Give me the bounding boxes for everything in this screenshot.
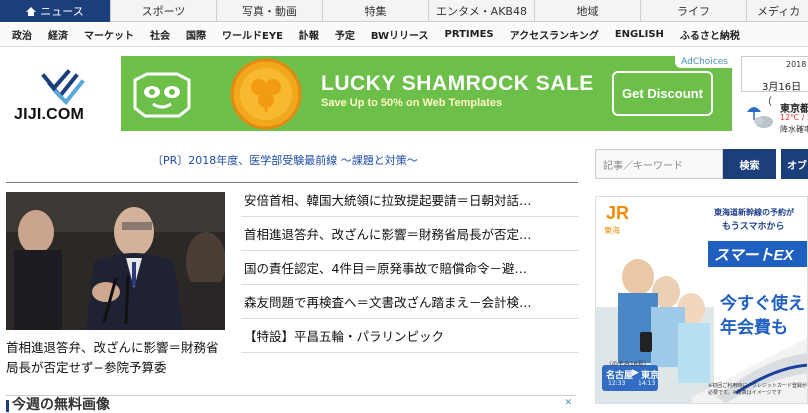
subnav-access-ranking[interactable]: アクセスランキング [510, 27, 599, 42]
jr-ad-banner[interactable]: JR 東海 東海道新幹線の予約が もうスマホから スマートEX 今すぐ使え 年会… [595, 196, 808, 404]
nav-tab-entertainment[interactable]: エンタメ・AKB48 [429, 0, 535, 22]
feature-photo[interactable] [6, 192, 225, 330]
ad-subtitle: Save Up to 50% on Web Templates [321, 97, 503, 109]
jr-pitch2: 年会費も [720, 318, 788, 338]
jr-time-to: 14:13 [638, 380, 656, 387]
subnav-prtimes[interactable]: PRTIMES [445, 29, 494, 40]
subnav-society[interactable]: 社会 [150, 27, 170, 42]
subnav-politics[interactable]: 政治 [12, 27, 32, 42]
subnav-schedule[interactable]: 予定 [335, 27, 355, 42]
nav-tab-label: エンタメ・AKB48 [436, 5, 527, 18]
nav-tab-feature[interactable]: 特集 [323, 0, 429, 22]
subnav-furusato[interactable]: ふるさと納税 [680, 27, 740, 42]
nav-tab-label: スポーツ [141, 5, 186, 18]
ad-title: LUCKY SHAMROCK SALE [321, 72, 594, 95]
nav-tab-label: 地域 [576, 5, 599, 18]
jr-logo-sub: 東海 [604, 226, 620, 235]
headline-item[interactable]: 首相進退答弁、改ざんに影響＝財務省局長が否定… [241, 217, 579, 251]
weather-widget[interactable]: 東京都 12℃ / 5 降水確率 [742, 100, 808, 134]
logo-text: JIJI.COM [14, 106, 85, 123]
nav-tab-label: メディカ [757, 5, 801, 18]
nav-tab-label: ライフ [677, 5, 710, 18]
jr-line1: 東海道新幹線の予約が [714, 208, 794, 217]
subnav-market[interactable]: マーケット [84, 27, 134, 42]
subnav-world-eye[interactable]: ワールドEYE [222, 27, 283, 42]
jr-route-arrow: ▶ [632, 368, 639, 378]
nav-tab-label: 写真・動画 [242, 5, 297, 18]
jr-line2: もうスマホから [722, 222, 785, 232]
jr-logo: JR [606, 203, 630, 223]
nav-tab-sports[interactable]: スポーツ [111, 0, 217, 22]
logo-mark-icon [41, 69, 85, 105]
jr-route-note: 〈のぞみ16号〉 [606, 361, 650, 368]
nav-tab-life[interactable]: ライフ [641, 0, 747, 22]
jr-fineprint: ※初回ご利用時に、クレジットカード登録が必要です。※写真はイメージです [708, 383, 808, 396]
shamrock-coin-icon [230, 58, 302, 130]
date-year: 2018 [786, 60, 807, 69]
feature-photo-image [6, 192, 225, 330]
smart-ex-logo: スマートEX [714, 247, 794, 264]
feature-caption[interactable]: 首相進退答弁、改ざんに影響＝財務省局長が否定せず−参院予算委 [6, 338, 228, 378]
subnav-bw-release[interactable]: BWリリース [371, 27, 429, 42]
nav-tab-label: ニュース [40, 5, 84, 18]
headline-item[interactable]: 森友問題で再検査へ＝文書改ざん踏まえ－会計検… [241, 285, 579, 319]
secondary-nav: 政治 経済 マーケット 社会 国際 ワールドEYE 訃報 予定 BWリリース P… [0, 23, 808, 47]
mascot-face-icon [133, 72, 191, 118]
section-accent [6, 400, 9, 412]
ad-banner[interactable]: AdChoices LUCKY SHAMROCK SALE Save Up to… [121, 56, 732, 131]
ad-choices-label[interactable]: AdChoices [675, 56, 732, 68]
jr-pitch1: 今すぐ使え [720, 294, 805, 314]
nav-tab-photo-video[interactable]: 写真・動画 [217, 0, 323, 22]
search-input[interactable]: 記事／キーワード [595, 149, 723, 179]
umbrella-cloud-icon [747, 107, 773, 128]
subnav-english[interactable]: ENGLISH [615, 29, 664, 40]
subnav-obituaries[interactable]: 訃報 [299, 27, 319, 42]
nav-tab-label: 特集 [364, 5, 387, 18]
headline-item[interactable]: 国の責任認定、4件目＝原発事故で賠償命令－避… [241, 251, 579, 285]
pr-link[interactable]: 〔PR〕2018年度、医学部受験最前線 ～課題と対策～ [152, 152, 418, 168]
weather-temp: 12℃ / 5 [780, 113, 808, 122]
subnav-international[interactable]: 国際 [186, 27, 206, 42]
weather-rain-chance: 降水確率 [780, 125, 808, 134]
jr-time-from: 12:33 [608, 380, 626, 387]
ad-cta-button[interactable]: Get Discount [612, 71, 713, 116]
home-icon [26, 6, 37, 16]
close-icon[interactable]: ✕ [564, 398, 572, 408]
date-box: 2018 3月16日（ [741, 56, 808, 108]
search-option-button[interactable]: オブ [781, 149, 808, 179]
search-button[interactable]: 検索 [723, 149, 776, 179]
nav-tab-region[interactable]: 地域 [535, 0, 641, 22]
nav-tab-news[interactable]: ニュース [0, 0, 111, 22]
headline-item[interactable]: 安倍首相、韓国大統領に拉致提起要請＝日朝対話… [241, 183, 579, 217]
subnav-economy[interactable]: 経済 [48, 27, 68, 42]
primary-nav: ニュース スポーツ 写真・動画 特集 エンタメ・AKB48 地域 ライフ メディ… [0, 0, 808, 22]
site-logo[interactable]: JIJI.COM [14, 66, 106, 126]
section-title: 今週の無料画像 [12, 397, 110, 413]
headline-item[interactable]: 【特設】平昌五輪・パラリンピック [241, 319, 579, 353]
headline-list: 安倍首相、韓国大統領に拉致提起要請＝日朝対話… 首相進退答弁、改ざんに影響＝財務… [241, 183, 579, 353]
search-form: 記事／キーワード 検索 オブ [595, 149, 808, 179]
nav-tab-medical[interactable]: メディカ [747, 0, 808, 22]
